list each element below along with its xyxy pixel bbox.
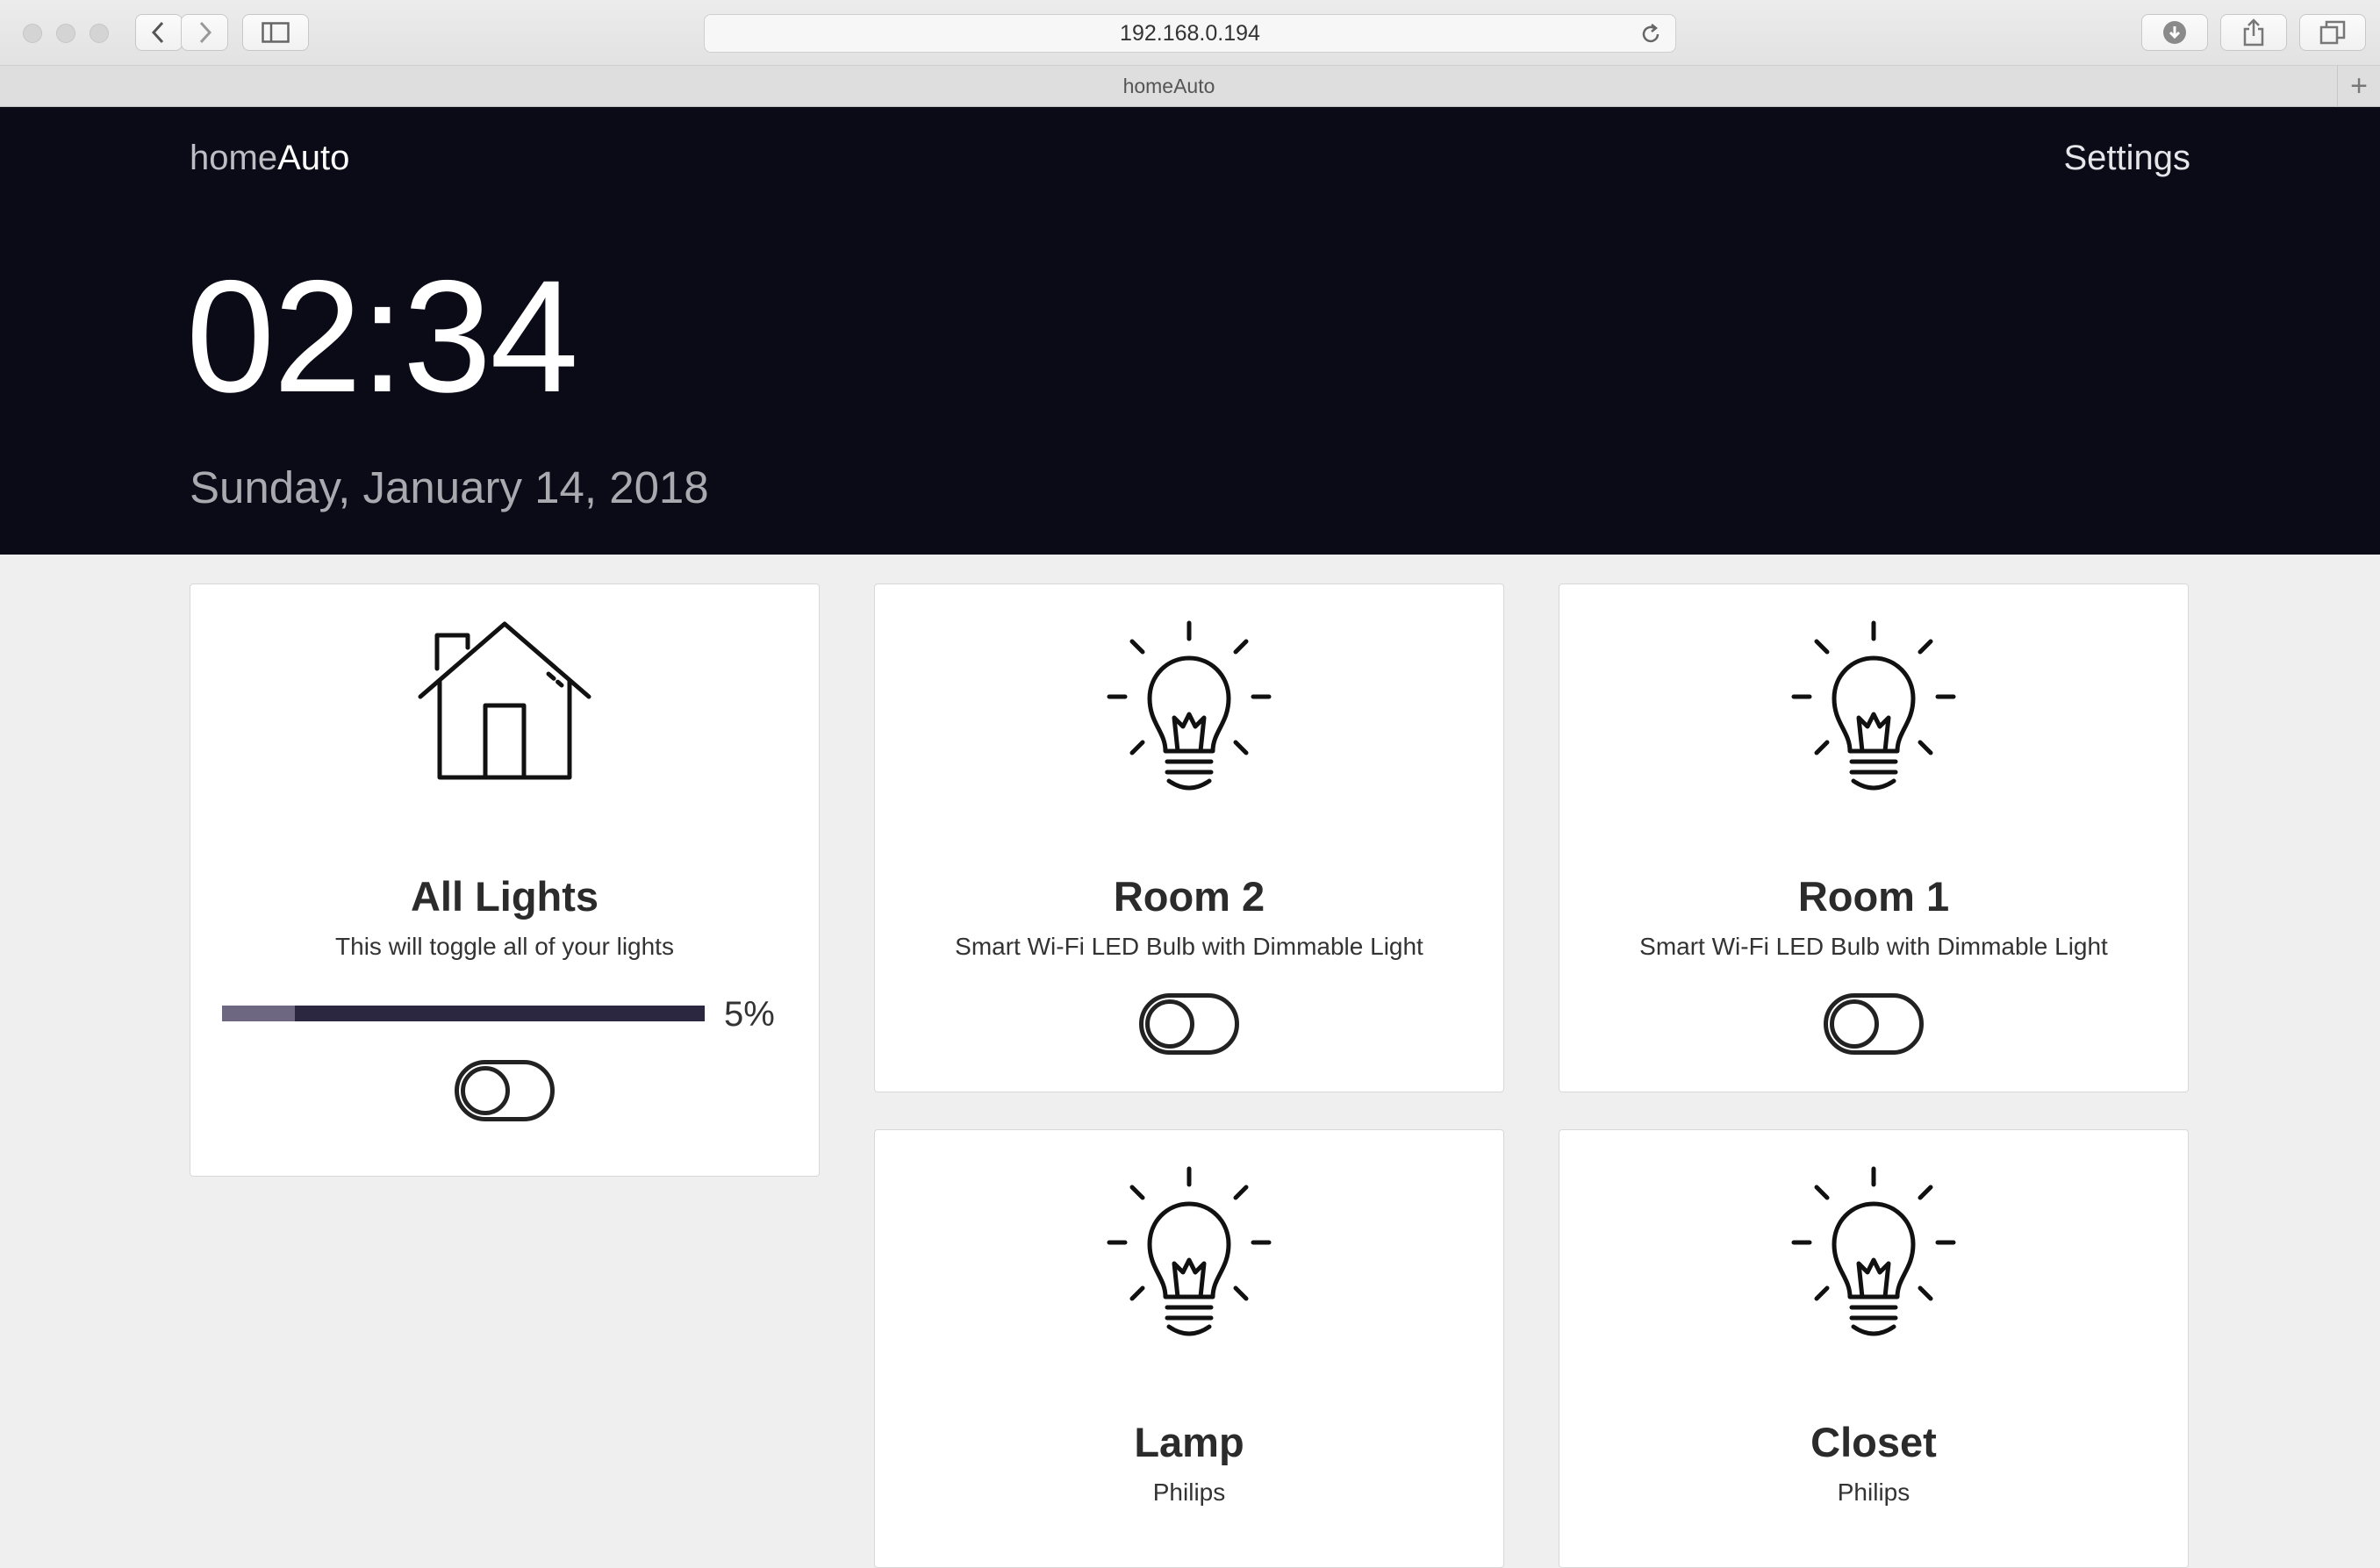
download-icon bbox=[2163, 21, 2186, 44]
device-description: Philips bbox=[1837, 1479, 1910, 1506]
reload-icon[interactable] bbox=[1638, 22, 1663, 47]
sidebar-icon bbox=[262, 22, 290, 43]
plus-icon: + bbox=[2350, 68, 2368, 103]
light-bulb-icon bbox=[1791, 1166, 1956, 1336]
back-button[interactable] bbox=[135, 14, 183, 51]
card-title: All Lights bbox=[410, 873, 599, 920]
light-bulb-icon bbox=[1791, 620, 1956, 791]
device-description: Smart Wi-Fi LED Bulb with Dimmable Light bbox=[955, 933, 1423, 960]
all-lights-card: All Lights This will toggle all of your … bbox=[190, 584, 820, 1177]
toggle-knob bbox=[1830, 999, 1879, 1049]
light-bulb-icon bbox=[1107, 1166, 1272, 1336]
device-description: Smart Wi-Fi LED Bulb with Dimmable Light bbox=[1639, 933, 2108, 960]
downloads-button[interactable] bbox=[2141, 14, 2208, 51]
url-text: 192.168.0.194 bbox=[1120, 20, 1260, 46]
tabs-overview-button[interactable] bbox=[2299, 14, 2366, 51]
sidebar-button[interactable] bbox=[242, 14, 309, 51]
brightness-value: 5% bbox=[724, 995, 775, 1034]
brightness-slider-fill bbox=[222, 1006, 295, 1021]
device-card: Closet Philips bbox=[1559, 1129, 2189, 1568]
device-card: Room 1 Smart Wi-Fi LED Bulb with Dimmabl… bbox=[1559, 584, 2189, 1092]
device-name: Lamp bbox=[1134, 1419, 1244, 1465]
device-toggle[interactable] bbox=[1139, 993, 1239, 1055]
light-bulb-icon bbox=[1107, 620, 1272, 791]
house-icon bbox=[418, 621, 591, 780]
tab-homeauto[interactable]: homeAuto bbox=[0, 66, 2338, 106]
forward-button[interactable] bbox=[181, 14, 228, 51]
clock-time: 02:34 bbox=[186, 247, 578, 426]
clock-date: Sunday, January 14, 2018 bbox=[190, 462, 709, 512]
card-subtitle: This will toggle all of your lights bbox=[335, 933, 674, 960]
share-button[interactable] bbox=[2220, 14, 2287, 51]
tab-title: homeAuto bbox=[1122, 74, 1215, 97]
brand-light: home bbox=[190, 139, 278, 177]
device-toggle[interactable] bbox=[1824, 993, 1924, 1055]
chevron-left-icon bbox=[151, 21, 164, 44]
device-description: Philips bbox=[1152, 1479, 1226, 1506]
new-tab-button[interactable]: + bbox=[2337, 66, 2380, 106]
chevron-right-icon bbox=[199, 21, 212, 44]
toggle-knob bbox=[1145, 999, 1194, 1049]
minimize-window-button[interactable] bbox=[56, 24, 75, 43]
tabs-icon bbox=[2319, 20, 2346, 45]
brand-bold: Auto bbox=[277, 139, 350, 177]
toggle-knob bbox=[461, 1066, 510, 1115]
share-icon bbox=[2243, 18, 2264, 47]
tab-bar: homeAuto + bbox=[0, 65, 2380, 107]
all-lights-toggle[interactable] bbox=[455, 1060, 555, 1121]
zoom-window-button[interactable] bbox=[90, 24, 109, 43]
device-name: Room 2 bbox=[1113, 873, 1265, 920]
brand-logo[interactable]: homeAuto bbox=[190, 139, 349, 178]
device-name: Closet bbox=[1810, 1419, 1937, 1465]
brightness-slider[interactable] bbox=[222, 1006, 705, 1021]
browser-toolbar: 192.168.0.194 bbox=[0, 0, 2380, 65]
close-window-button[interactable] bbox=[23, 24, 42, 43]
settings-link[interactable]: Settings bbox=[2063, 139, 2190, 178]
device-card: Room 2 Smart Wi-Fi LED Bulb with Dimmabl… bbox=[874, 584, 1504, 1092]
address-bar[interactable]: 192.168.0.194 bbox=[704, 14, 1676, 53]
device-name: Room 1 bbox=[1797, 873, 1950, 920]
hero-header: homeAuto Settings 02:34 Sunday, January … bbox=[0, 107, 2380, 555]
device-card: Lamp Philips bbox=[874, 1129, 1504, 1568]
